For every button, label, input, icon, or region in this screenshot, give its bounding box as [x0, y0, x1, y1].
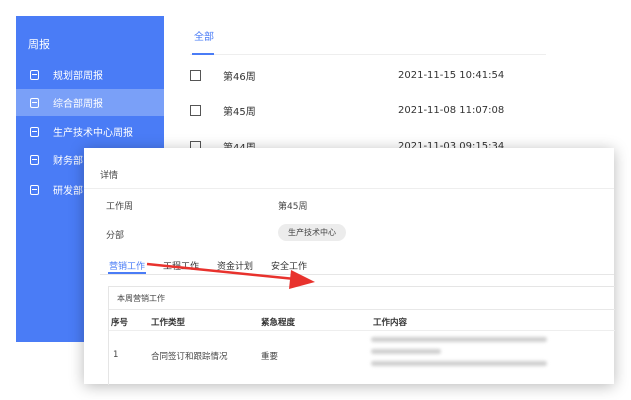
row-date: 2021-11-15 10:41:54: [398, 69, 505, 81]
section-title: 本周营销工作: [117, 294, 165, 303]
cell-type: 合同签订和跟踪情况: [151, 352, 228, 362]
row-week: 第45周: [223, 106, 256, 118]
section-divider: [109, 309, 615, 310]
header-divider: [109, 330, 615, 331]
document-edit-icon: [30, 126, 39, 137]
column-header-content: 工作内容: [373, 318, 408, 328]
row-date: 2021-11-08 11:07:08: [398, 104, 505, 116]
cell-urgency: 重要: [261, 352, 279, 362]
week-value: 第45周: [278, 202, 308, 212]
active-tab-indicator: [192, 53, 214, 55]
calendar-icon: [30, 184, 39, 195]
sidebar-item-label: 规划部周报: [53, 71, 103, 82]
annotation-arrow-icon: [146, 262, 315, 289]
marketing-section: 本周营销工作 序号 工作类型 紧急程度 工作内容 1 合同签订和跟踪情况 重要: [108, 286, 615, 385]
sidebar-item-production-tech[interactable]: 生产技术中心周报: [16, 118, 164, 145]
tab-marketing[interactable]: 营销工作: [109, 259, 145, 272]
department-badge: 生产技术中心: [278, 224, 346, 241]
column-header-type: 工作类型: [151, 318, 186, 328]
tab-divider: [190, 54, 546, 55]
detail-divider: [84, 188, 614, 189]
sidebar-item-label: 生产技术中心周报: [53, 128, 133, 139]
calendar-icon: [30, 69, 39, 80]
column-header-index: 序号: [111, 318, 129, 328]
row-checkbox[interactable]: [190, 104, 201, 116]
sidebar-item-general[interactable]: 综合部周报: [16, 89, 164, 116]
blurred-content: [371, 349, 441, 354]
cell-index: 1: [113, 350, 119, 360]
blurred-content: [371, 337, 547, 342]
column-header-urgency: 紧急程度: [261, 318, 296, 328]
row-checkbox[interactable]: [190, 69, 201, 81]
calendar-icon: [30, 97, 39, 108]
sidebar-item-label: 财务部: [53, 156, 83, 167]
sidebar-item-planning[interactable]: 规划部周报: [16, 61, 164, 88]
department-label: 分部: [106, 231, 125, 241]
blurred-content: [371, 361, 547, 366]
detail-title: 详情: [100, 171, 119, 181]
week-label: 工作周: [106, 202, 134, 212]
tab-all[interactable]: 全部: [194, 28, 214, 43]
list-item[interactable]: 第46周 2021-11-15 10:41:54: [190, 65, 546, 85]
sidebar-title: 周报: [28, 38, 50, 51]
calendar-icon: [30, 154, 39, 165]
row-week: 第46周: [223, 71, 256, 83]
sidebar-item-label: 研发部: [53, 186, 83, 197]
list-item[interactable]: 第45周 2021-11-08 11:07:08: [190, 100, 546, 120]
sidebar-item-label: 综合部周报: [53, 99, 103, 110]
